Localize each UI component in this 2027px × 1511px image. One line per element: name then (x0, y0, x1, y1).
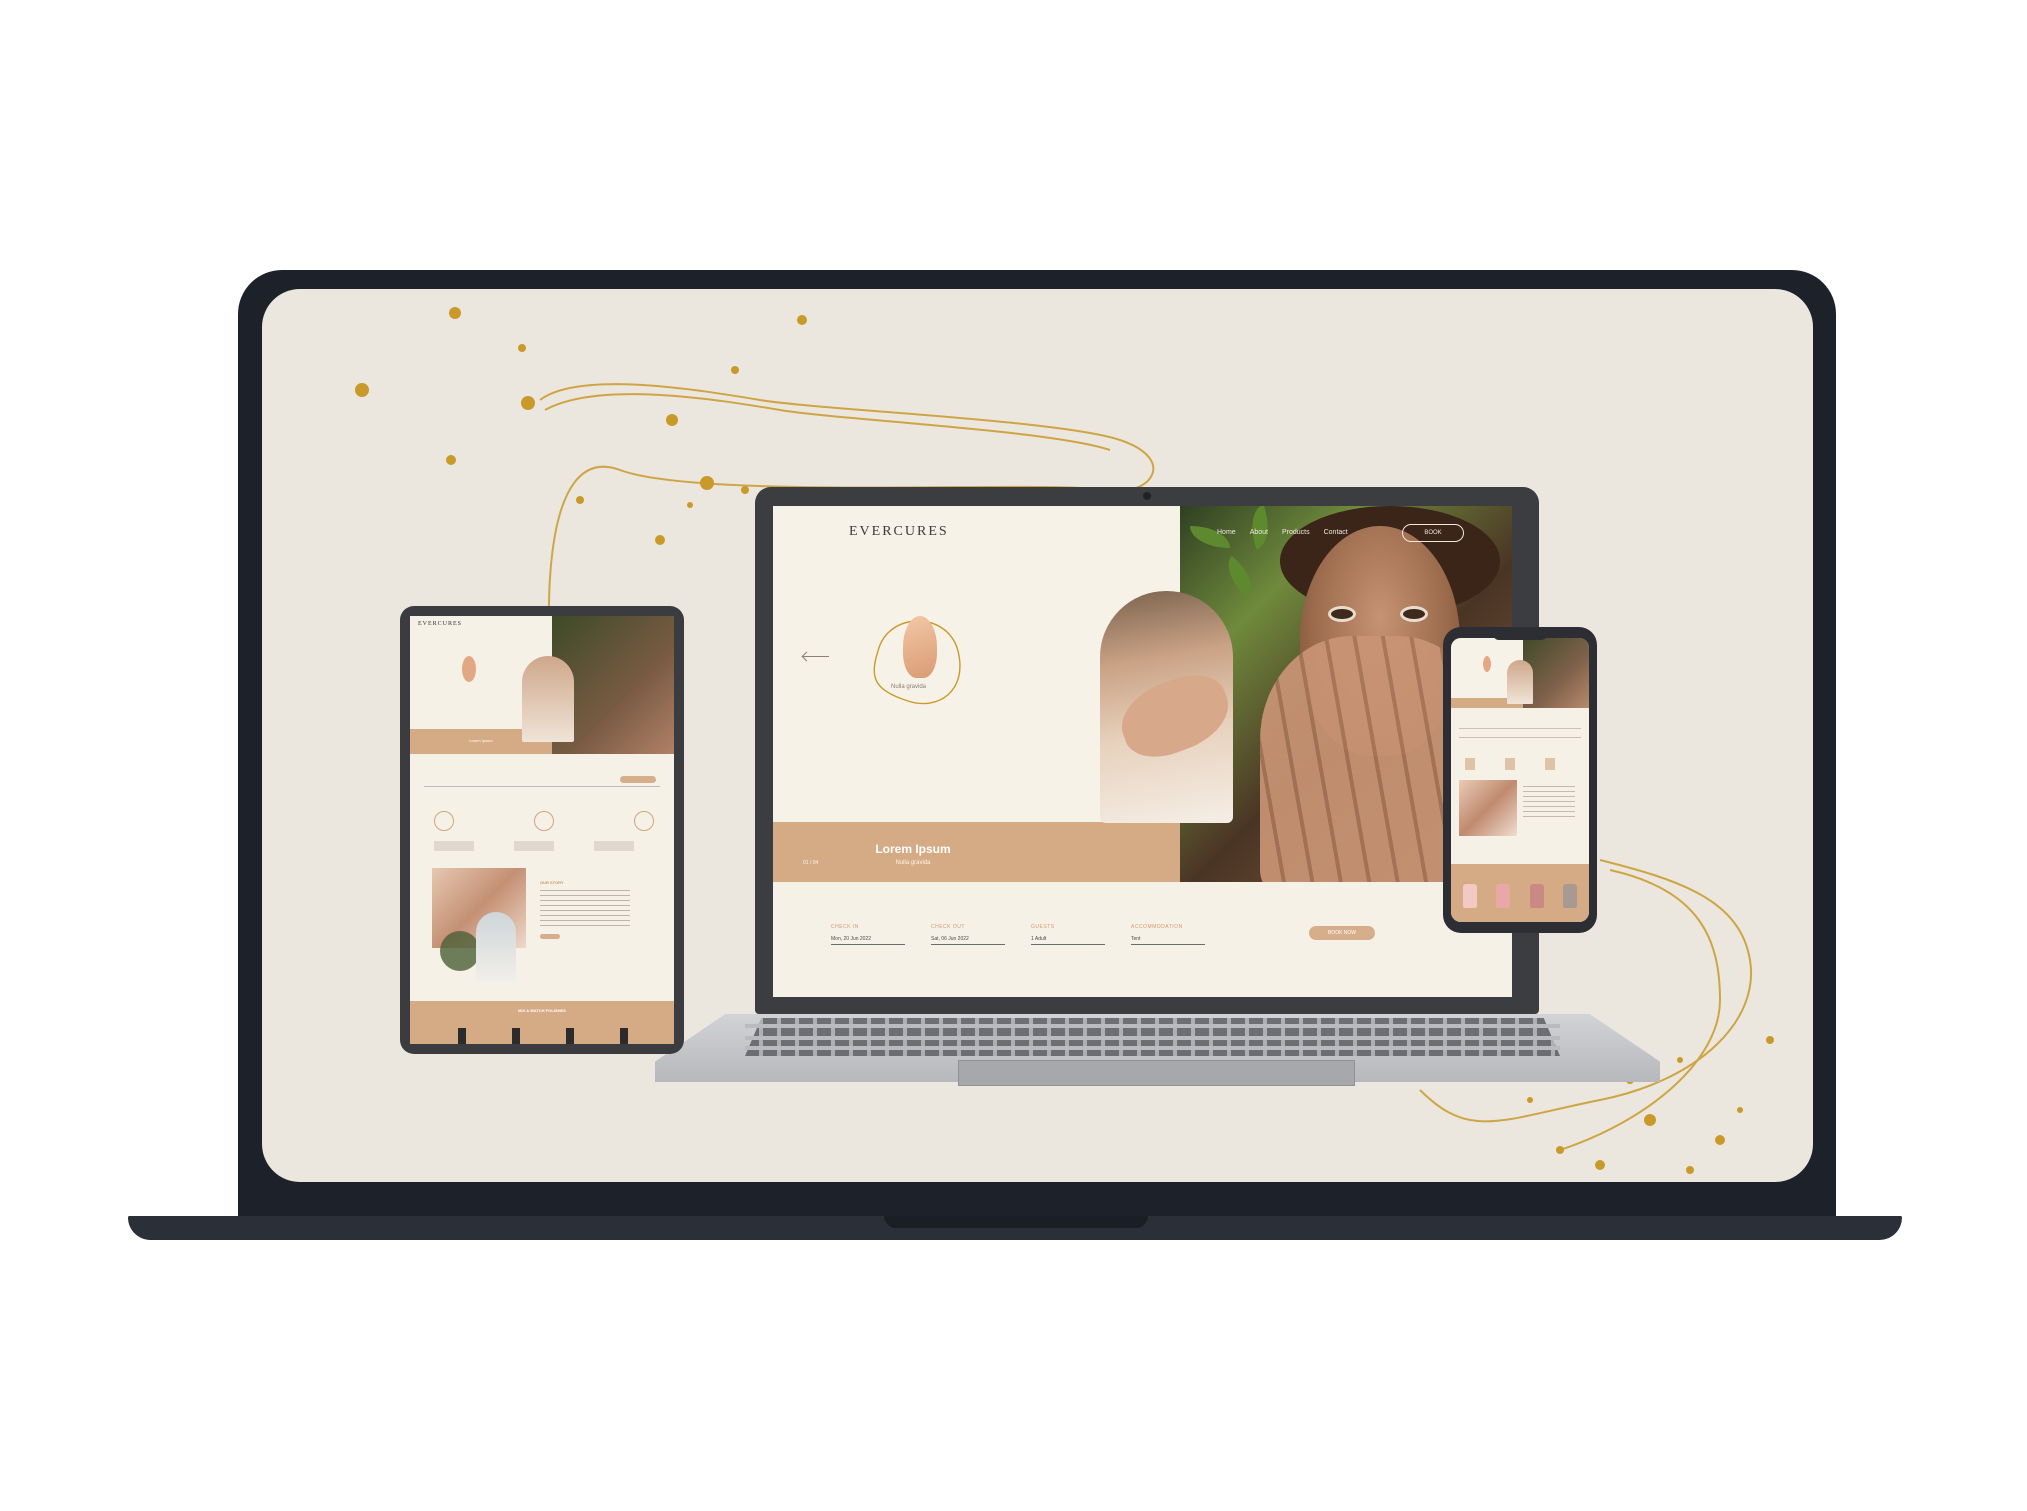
tablet-hero-title: Lorem Ipsum (469, 738, 493, 743)
check-out-label: CHECK OUT (931, 924, 965, 930)
check-in-label: CHECK IN (831, 924, 859, 930)
polish-bottle[interactable] (512, 1028, 520, 1044)
arch-hand-photo (1100, 591, 1233, 823)
accommodation-field[interactable]: ACCOMMODATION Tent (1131, 924, 1205, 945)
check-out-value[interactable]: Sat, 06 Jun 2022 (931, 932, 1005, 945)
nav-item-products[interactable]: Products (1282, 529, 1310, 536)
polish-bottle[interactable] (620, 1028, 628, 1044)
polish-bottle[interactable] (1562, 884, 1577, 908)
tablet-arch-photo (522, 656, 574, 742)
tablet-logo[interactable]: EVERCURES (418, 621, 462, 627)
phone-booking-form[interactable] (1459, 728, 1581, 746)
polish-bottle[interactable] (1529, 884, 1544, 908)
site-logo[interactable]: EVERCURES (849, 524, 949, 540)
phone-bottles (1463, 884, 1577, 908)
tablet-story-text (540, 890, 630, 930)
phone-notch (1493, 632, 1547, 640)
feature-icon (534, 811, 554, 831)
model-eye (1400, 606, 1428, 622)
tablet-story-title: OUR STORY (540, 880, 564, 885)
model-eye (1328, 606, 1356, 622)
laptop-camera (1143, 492, 1151, 500)
polish-bottle[interactable] (566, 1028, 574, 1044)
tablet-footer-title: MIX & MATCH POLISHES (518, 1008, 566, 1013)
tablet-arch-photo-2 (476, 912, 516, 982)
feature-icon (634, 811, 654, 831)
nail-image (903, 616, 937, 678)
tablet-feature-text (434, 841, 654, 851)
hero-subtitle: Nulla gravida (895, 860, 931, 866)
tablet-book-button[interactable] (620, 776, 656, 783)
nav-item-home[interactable]: Home (1217, 529, 1236, 536)
polish-bottle[interactable] (1463, 884, 1477, 908)
tablet-website: EVERCURES Lorem Ipsum OUR STORY MIX & MA… (410, 616, 674, 1044)
book-button[interactable]: BOOK (1402, 524, 1464, 542)
polish-bottle[interactable] (458, 1028, 466, 1044)
booking-form: CHECK IN Mon, 20 Jun 2022 CHECK OUT Sat,… (831, 924, 1205, 945)
phone-nail-image (1483, 656, 1491, 672)
nav-item-contact[interactable]: Contact (1324, 529, 1348, 536)
check-in-value[interactable]: Mon, 20 Jun 2022 (831, 932, 905, 945)
guests-field[interactable]: GUESTS 1 Adult (1031, 924, 1105, 945)
keyboard-row-divider (745, 1024, 1560, 1028)
guests-label: GUESTS (1031, 924, 1055, 930)
main-nav: Home About Products Contact (1217, 529, 1348, 536)
phone-story-text (1523, 786, 1575, 820)
hand-shape (1111, 664, 1233, 768)
keyboard-row-divider (745, 1046, 1560, 1050)
laptop-trackpad (958, 1060, 1355, 1086)
tablet-nail-image (462, 656, 476, 682)
keyboard-row-divider (745, 1036, 1560, 1040)
nail-caption: Nulla gravida (891, 684, 927, 690)
nav-item-about[interactable]: About (1250, 529, 1268, 536)
tablet-bottles (458, 1028, 628, 1044)
phone-feature-icons (1465, 758, 1575, 770)
arrow-left-icon[interactable] (803, 656, 829, 657)
book-now-button[interactable]: BOOK NOW (1309, 926, 1375, 940)
tablet-plant-photo (440, 931, 480, 971)
phone-hands-photo (1459, 780, 1517, 836)
check-out-field[interactable]: CHECK OUT Sat, 06 Jun 2022 (931, 924, 1005, 945)
feature-icon (434, 811, 454, 831)
leaf-shape (1217, 555, 1263, 599)
laptop-website: EVERCURES Home About Products Contact BO… (773, 506, 1512, 997)
accommodation-label: ACCOMMODATION (1131, 924, 1183, 930)
check-in-field[interactable]: CHECK IN Mon, 20 Jun 2022 (831, 924, 905, 945)
tablet-feature-icons (434, 811, 654, 831)
phone-website (1451, 638, 1589, 922)
tablet-story-button[interactable] (540, 934, 560, 939)
guests-value[interactable]: 1 Adult (1031, 932, 1105, 945)
accommodation-select[interactable]: Tent (1131, 932, 1205, 945)
polish-bottle[interactable] (1496, 884, 1511, 908)
phone-arch-photo (1507, 660, 1533, 704)
hero-title: Lorem Ipsum (875, 842, 951, 856)
leaf-shape (1242, 506, 1278, 550)
